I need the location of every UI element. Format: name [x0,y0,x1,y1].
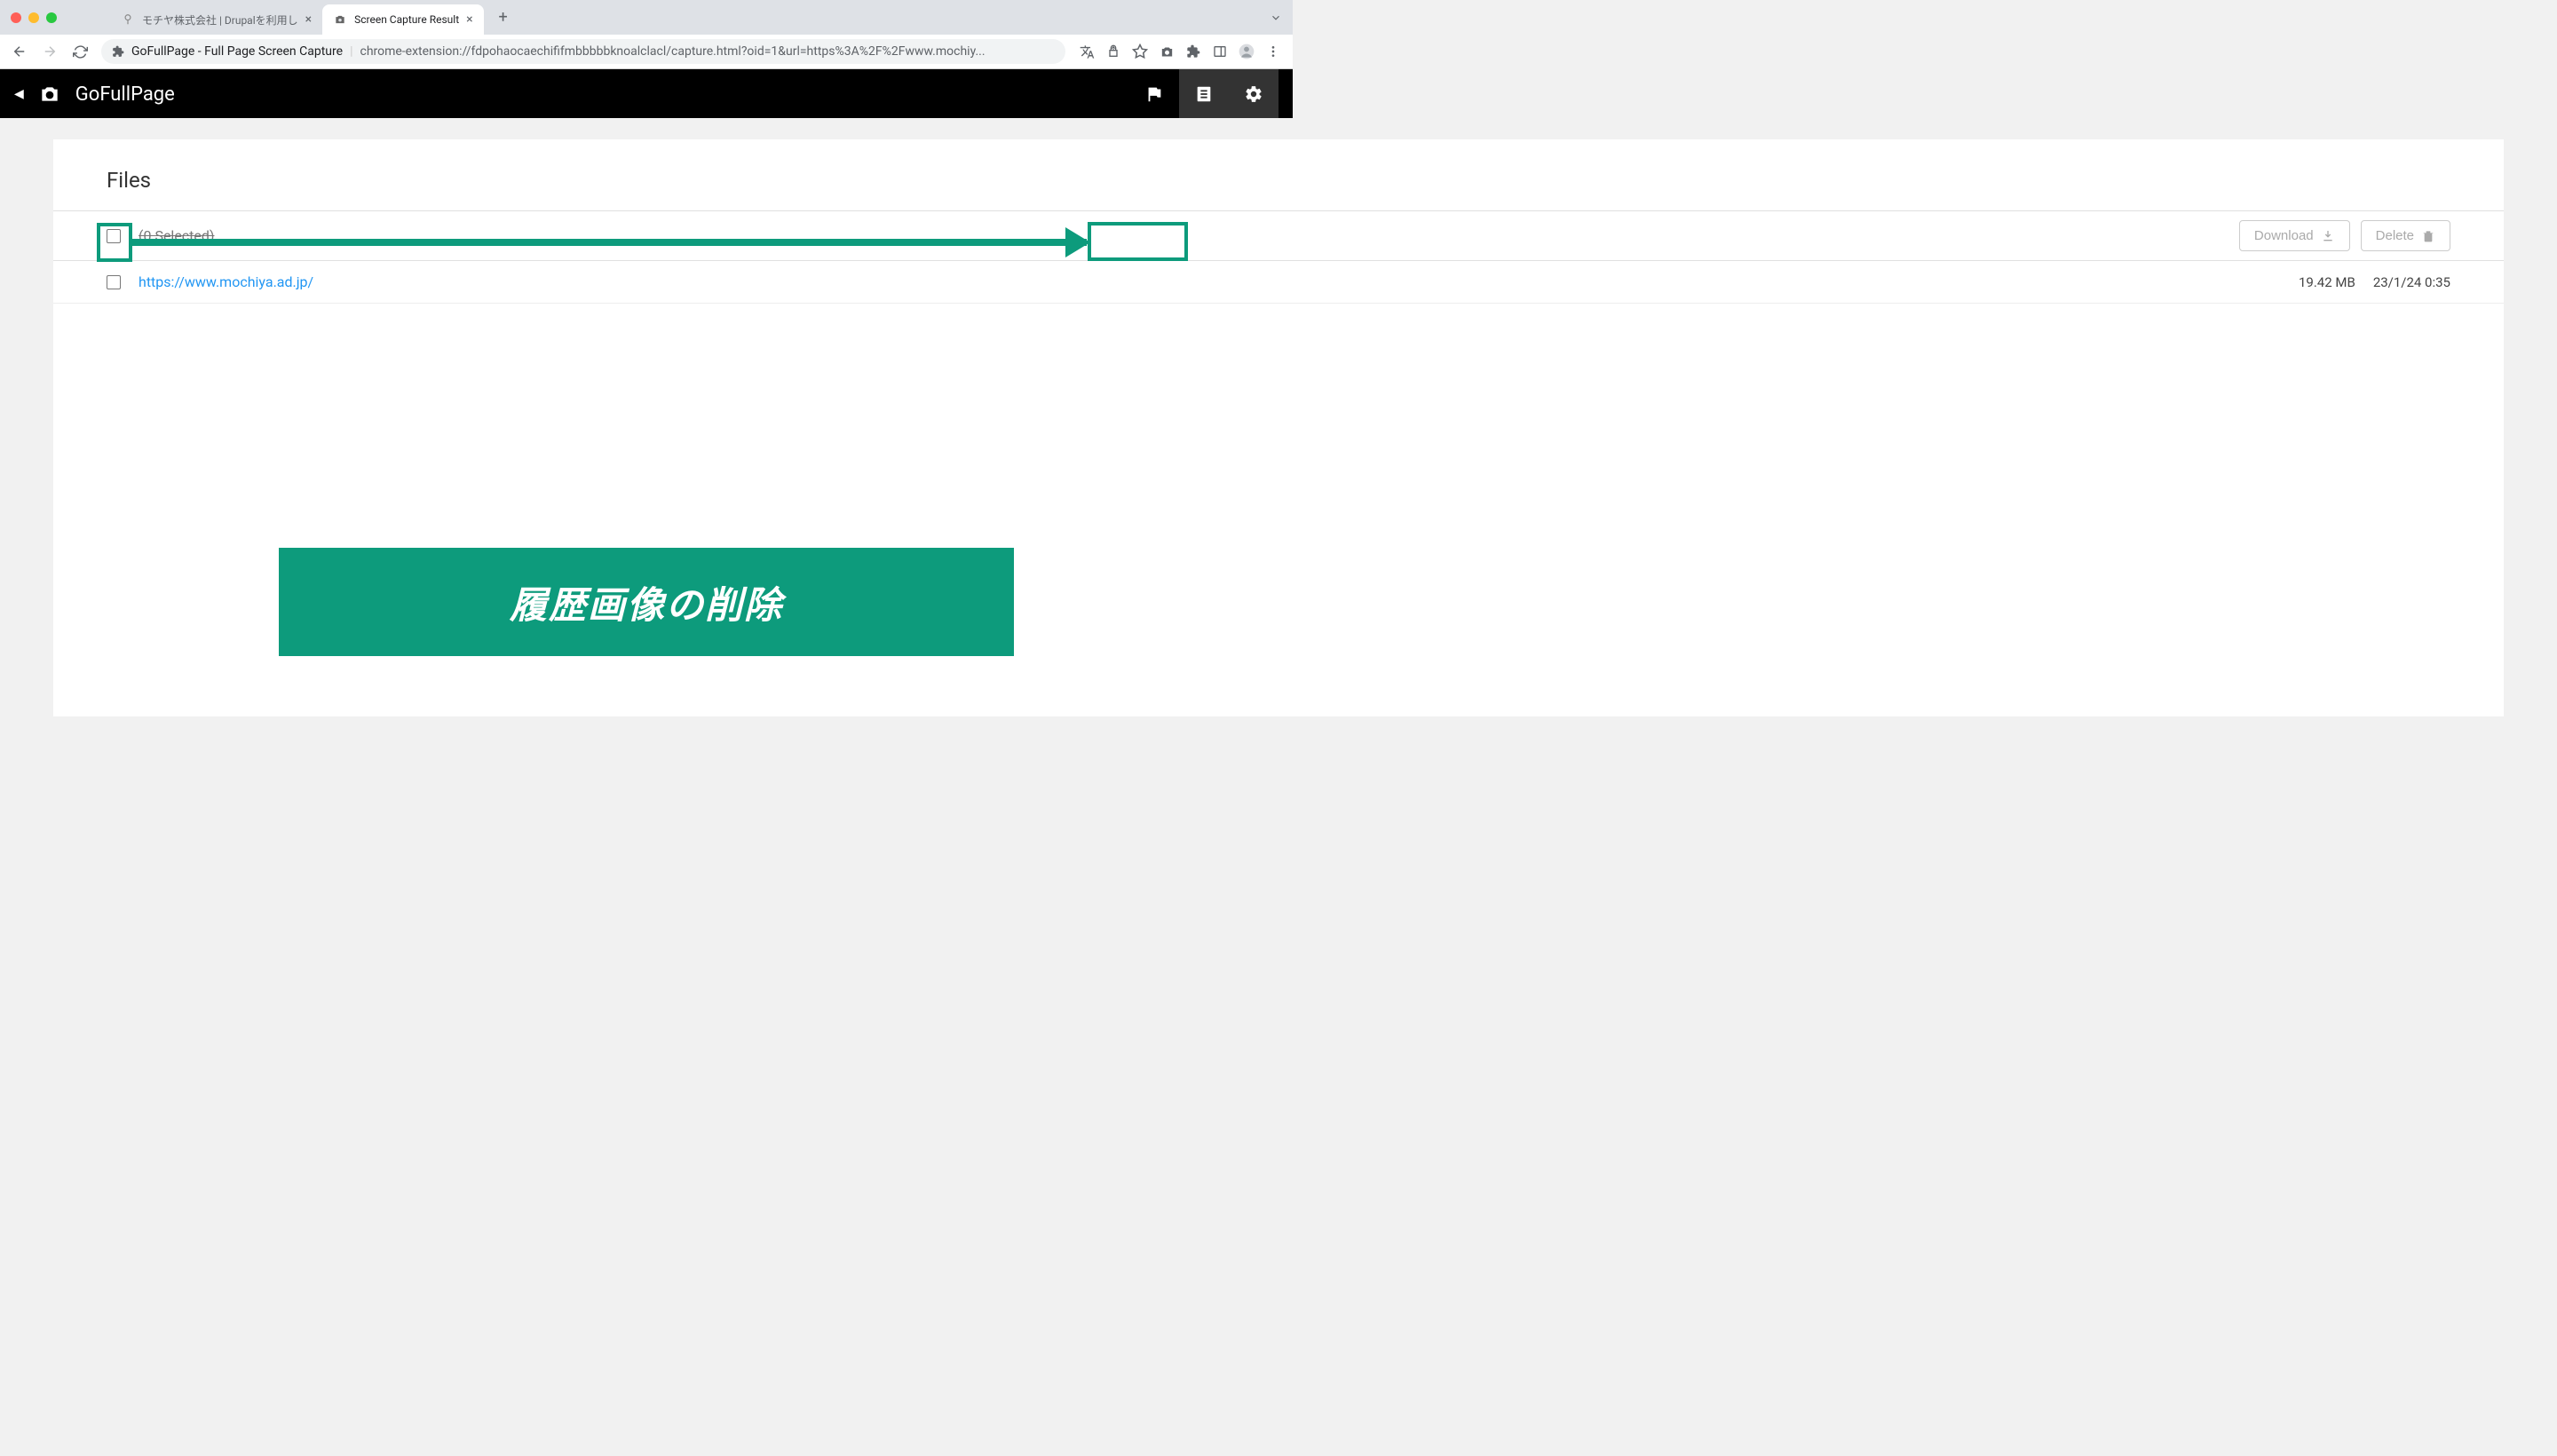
toolbar-right [1074,39,1286,64]
bookmark-icon[interactable] [1128,39,1152,64]
capture-extension-icon[interactable] [1154,39,1179,64]
file-row: https://www.mochiya.ad.jp/ 19.42 MB 23/1… [53,261,2504,304]
annotation-arrow-head [1065,227,1090,257]
url-path: chrome-extension://fdpohaocaechififmbbbb… [360,44,1055,59]
app-title: GoFullPage [75,83,175,106]
translate-icon[interactable] [1074,39,1099,64]
annotation-banner-text: 履歴画像の削除 [510,575,783,629]
file-url-link[interactable]: https://www.mochiya.ad.jp/ [139,273,313,290]
address-bar[interactable]: GoFullPage - Full Page Screen Capture | … [101,39,1065,64]
tab-favicon-icon [121,12,135,27]
annotation-highlight-delete [1088,222,1188,261]
files-list-button[interactable] [1179,69,1229,119]
file-size: 19.42 MB [2299,274,2355,290]
close-window-button[interactable] [11,12,21,23]
delete-button[interactable]: Delete [2361,220,2450,251]
tabs-overflow-icon[interactable] [1270,12,1282,24]
annotation-banner: 履歴画像の削除 [279,548,1014,656]
app-header: ◀ GoFullPage [0,69,1293,119]
download-icon [2321,229,2335,243]
tab-mochiya[interactable]: モチヤ株式会社 | Drupalを利用し × [110,4,322,35]
maximize-window-button[interactable] [46,12,57,23]
download-button[interactable]: Download [2239,220,2350,251]
minimize-window-button[interactable] [28,12,39,23]
selection-row: (0 Selected) Download Delete [53,210,2504,261]
flag-button[interactable] [1129,69,1179,119]
tab-favicon-camera-icon [333,12,347,27]
sidepanel-icon[interactable] [1207,39,1232,64]
profile-icon[interactable] [1234,39,1259,64]
camera-icon [38,83,61,106]
files-heading: Files [53,139,2504,210]
browser-chrome: モチヤ株式会社 | Drupalを利用し × Screen Capture Re… [0,0,1293,69]
url-title: GoFullPage - Full Page Screen Capture [131,44,343,59]
forward-button[interactable] [37,39,62,64]
tab-screen-capture[interactable]: Screen Capture Result × [322,4,484,35]
share-icon[interactable] [1101,39,1126,64]
file-date: 23/1/24 0:35 [2373,274,2450,290]
delete-label: Delete [2376,228,2414,243]
tab-title: Screen Capture Result [354,13,459,26]
tab-strip: モチヤ株式会社 | Drupalを利用し × Screen Capture Re… [0,0,1293,35]
page-background: Files (0 Selected) Download Delete https… [0,118,2557,1456]
extension-icon [112,45,124,58]
trash-icon [2421,229,2435,243]
file-checkbox[interactable] [107,275,121,289]
window-controls [11,12,57,23]
back-arrow-icon[interactable]: ◀ [14,87,24,101]
download-label: Download [2254,228,2314,243]
annotation-arrow-line [132,239,1087,246]
close-tab-icon[interactable]: × [305,12,312,27]
close-tab-icon[interactable]: × [466,12,472,27]
settings-button[interactable] [1229,69,1278,119]
annotation-highlight-checkbox [97,223,132,262]
tab-title: モチヤ株式会社 | Drupalを利用し [142,12,298,28]
browser-toolbar: GoFullPage - Full Page Screen Capture | … [0,35,1293,68]
back-button[interactable] [7,39,32,64]
new-tab-button[interactable]: + [491,5,516,30]
extensions-icon[interactable] [1181,39,1206,64]
reload-button[interactable] [67,39,92,64]
menu-icon[interactable] [1261,39,1286,64]
